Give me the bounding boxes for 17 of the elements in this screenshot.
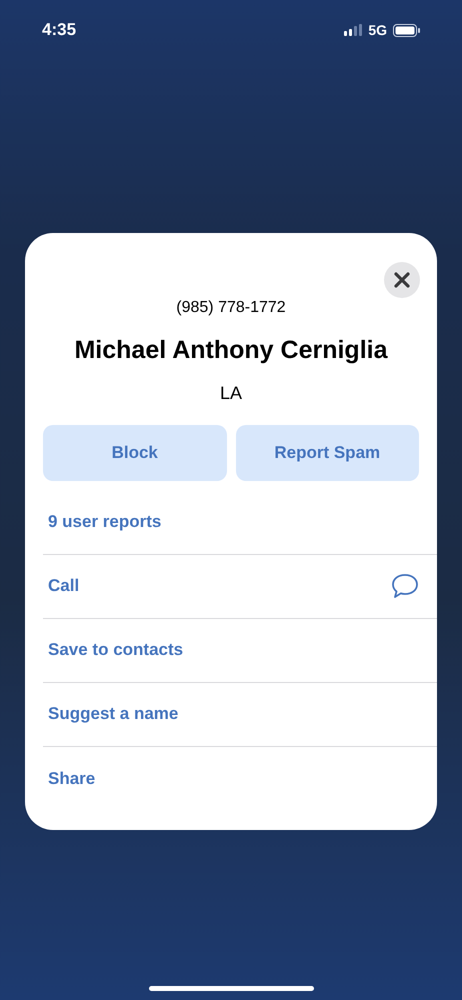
location-label: LA — [220, 382, 242, 404]
signal-icon — [344, 24, 362, 36]
message-icon[interactable] — [391, 573, 419, 599]
close-button[interactable] — [384, 262, 420, 298]
network-label: 5G — [368, 20, 387, 40]
battery-icon — [393, 24, 420, 36]
action-button[interactable]: Report Spam — [236, 424, 419, 480]
menu-item[interactable]: Save to contacts — [43, 637, 184, 663]
phone-number: (985) 778-1772 — [176, 298, 286, 318]
action-button[interactable]: Block — [43, 424, 226, 480]
contact-name: Michael Anthony Cerniglia — [74, 335, 388, 366]
status-time: 4:35 — [42, 19, 76, 42]
menu-item[interactable]: Call — [43, 573, 80, 599]
menu-item[interactable]: Suggest a name — [43, 701, 178, 727]
close-icon — [394, 272, 410, 288]
menu-item[interactable]: Share — [43, 766, 96, 792]
menu-item[interactable]: 9 user reports — [43, 509, 162, 535]
